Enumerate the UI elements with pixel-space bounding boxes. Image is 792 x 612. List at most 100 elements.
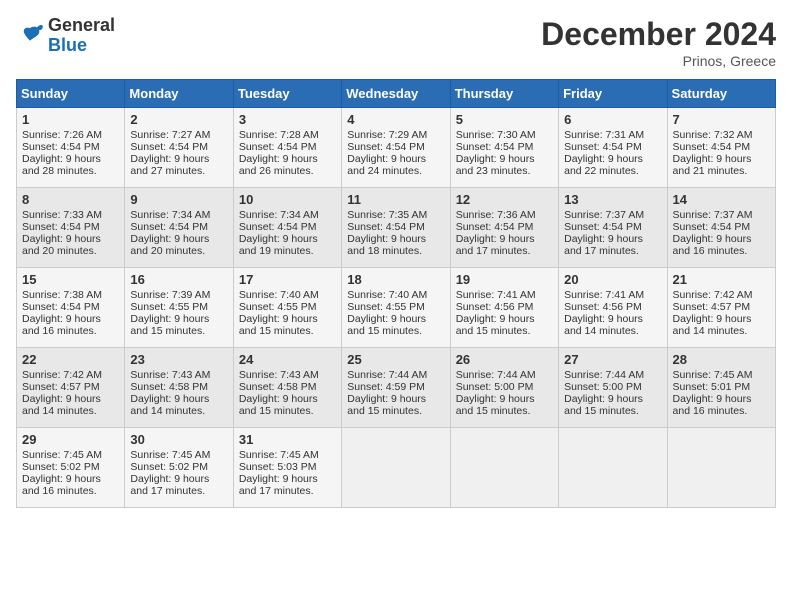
sunset-text: Sunset: 4:56 PM: [456, 301, 553, 313]
sunrise-text: Sunrise: 7:30 AM: [456, 129, 553, 141]
daylight-text: Daylight: 9 hours and 17 minutes.: [239, 473, 336, 497]
sunset-text: Sunset: 4:54 PM: [673, 141, 770, 153]
daylight-text: Daylight: 9 hours and 23 minutes.: [456, 153, 553, 177]
calendar-cell: 9Sunrise: 7:34 AMSunset: 4:54 PMDaylight…: [125, 188, 233, 268]
weekday-header-tuesday: Tuesday: [233, 80, 341, 108]
sunrise-text: Sunrise: 7:34 AM: [130, 209, 227, 221]
day-number: 22: [22, 352, 119, 367]
sunset-text: Sunset: 4:54 PM: [347, 221, 444, 233]
daylight-text: Daylight: 9 hours and 20 minutes.: [22, 233, 119, 257]
sunset-text: Sunset: 4:54 PM: [564, 141, 661, 153]
sunrise-text: Sunrise: 7:42 AM: [22, 369, 119, 381]
sunset-text: Sunset: 4:54 PM: [130, 141, 227, 153]
calendar-cell: 4Sunrise: 7:29 AMSunset: 4:54 PMDaylight…: [342, 108, 450, 188]
sunset-text: Sunset: 4:54 PM: [239, 141, 336, 153]
day-number: 8: [22, 192, 119, 207]
sunrise-text: Sunrise: 7:40 AM: [347, 289, 444, 301]
calendar-week-3: 15Sunrise: 7:38 AMSunset: 4:54 PMDayligh…: [17, 268, 776, 348]
day-number: 2: [130, 112, 227, 127]
sunrise-text: Sunrise: 7:26 AM: [22, 129, 119, 141]
calendar-cell: 2Sunrise: 7:27 AMSunset: 4:54 PMDaylight…: [125, 108, 233, 188]
day-number: 30: [130, 432, 227, 447]
calendar-cell: 22 Sunrise: 7:42 AMSunset: 4:57 PMDayligh…: [17, 348, 125, 428]
daylight-text: Daylight: 9 hours and 19 minutes.: [239, 233, 336, 257]
day-number: 31: [239, 432, 336, 447]
day-number: 3: [239, 112, 336, 127]
sunrise-text: Sunrise: 7:28 AM: [239, 129, 336, 141]
sunrise-text: Sunrise: 7:41 AM: [564, 289, 661, 301]
month-title: December 2024: [541, 16, 776, 53]
calendar-cell: 26Sunrise: 7:44 AMSunset: 5:00 PMDayligh…: [450, 348, 558, 428]
daylight-text: Daylight: 9 hours and 16 minutes.: [22, 313, 119, 337]
daylight-text: Daylight: 9 hours and 17 minutes.: [564, 233, 661, 257]
calendar-cell: [450, 428, 558, 508]
sunset-text: Sunset: 4:58 PM: [239, 381, 336, 393]
sunset-text: Sunset: 4:54 PM: [347, 141, 444, 153]
calendar-cell: 17Sunrise: 7:40 AMSunset: 4:55 PMDayligh…: [233, 268, 341, 348]
day-number: 6: [564, 112, 661, 127]
day-number: 23: [130, 352, 227, 367]
sunrise-text: Sunrise: 7:29 AM: [347, 129, 444, 141]
sunrise-text: Sunrise: 7:41 AM: [456, 289, 553, 301]
calendar-cell: 30Sunrise: 7:45 AMSunset: 5:02 PMDayligh…: [125, 428, 233, 508]
calendar-table: SundayMondayTuesdayWednesdayThursdayFrid…: [16, 79, 776, 508]
weekday-header-row: SundayMondayTuesdayWednesdayThursdayFrid…: [17, 80, 776, 108]
daylight-text: Daylight: 9 hours and 16 minutes.: [673, 393, 770, 417]
daylight-text: Daylight: 9 hours and 20 minutes.: [130, 233, 227, 257]
day-number: 21: [673, 272, 770, 287]
daylight-text: Daylight: 9 hours and 15 minutes.: [239, 393, 336, 417]
sunset-text: Sunset: 4:58 PM: [130, 381, 227, 393]
sunrise-text: Sunrise: 7:45 AM: [673, 369, 770, 381]
sunrise-text: Sunrise: 7:45 AM: [239, 449, 336, 461]
sunrise-text: Sunrise: 7:45 AM: [22, 449, 119, 461]
sunrise-text: Sunrise: 7:31 AM: [564, 129, 661, 141]
daylight-text: Daylight: 9 hours and 27 minutes.: [130, 153, 227, 177]
day-number: 14: [673, 192, 770, 207]
calendar-cell: 31 Sunrise: 7:45 AMSunset: 5:03 PMDayligh…: [233, 428, 341, 508]
day-number: 10: [239, 192, 336, 207]
day-number: 18: [347, 272, 444, 287]
sunrise-text: Sunrise: 7:39 AM: [130, 289, 227, 301]
calendar-cell: [559, 428, 667, 508]
day-number: 16: [130, 272, 227, 287]
calendar-cell: 16 Sunrise: 7:39 AMSunset: 4:55 PMDayligh…: [125, 268, 233, 348]
calendar-cell: 27Sunrise: 7:44 AMSunset: 5:00 PMDayligh…: [559, 348, 667, 428]
sunset-text: Sunset: 5:03 PM: [239, 461, 336, 473]
location: Prinos, Greece: [541, 53, 776, 69]
day-number: 24: [239, 352, 336, 367]
page-header: General Blue December 2024 Prinos, Greec…: [16, 16, 776, 69]
sunset-text: Sunset: 4:56 PM: [564, 301, 661, 313]
sunset-text: Sunset: 5:01 PM: [673, 381, 770, 393]
daylight-text: Daylight: 9 hours and 14 minutes.: [22, 393, 119, 417]
sunrise-text: Sunrise: 7:42 AM: [673, 289, 770, 301]
daylight-text: Daylight: 9 hours and 15 minutes.: [130, 313, 227, 337]
calendar-cell: 12Sunrise: 7:36 AMSunset: 4:54 PMDayligh…: [450, 188, 558, 268]
sunset-text: Sunset: 4:54 PM: [239, 221, 336, 233]
calendar-cell: 13Sunrise: 7:37 AMSunset: 4:54 PMDayligh…: [559, 188, 667, 268]
sunrise-text: Sunrise: 7:38 AM: [22, 289, 119, 301]
sunset-text: Sunset: 4:55 PM: [130, 301, 227, 313]
calendar-cell: 1Sunrise: 7:26 AMSunset: 4:54 PMDaylight…: [17, 108, 125, 188]
calendar-cell: 3Sunrise: 7:28 AMSunset: 4:54 PMDaylight…: [233, 108, 341, 188]
sunrise-text: Sunrise: 7:37 AM: [564, 209, 661, 221]
sunset-text: Sunset: 4:54 PM: [22, 301, 119, 313]
daylight-text: Daylight: 9 hours and 16 minutes.: [22, 473, 119, 497]
calendar-cell: 5Sunrise: 7:30 AMSunset: 4:54 PMDaylight…: [450, 108, 558, 188]
daylight-text: Daylight: 9 hours and 17 minutes.: [456, 233, 553, 257]
sunset-text: Sunset: 4:55 PM: [239, 301, 336, 313]
sunset-text: Sunset: 4:59 PM: [347, 381, 444, 393]
day-number: 20: [564, 272, 661, 287]
sunset-text: Sunset: 4:54 PM: [456, 141, 553, 153]
weekday-header-saturday: Saturday: [667, 80, 775, 108]
calendar-cell: 25Sunrise: 7:44 AMSunset: 4:59 PMDayligh…: [342, 348, 450, 428]
calendar-cell: 23Sunrise: 7:43 AMSunset: 4:58 PMDayligh…: [125, 348, 233, 428]
sunrise-text: Sunrise: 7:43 AM: [239, 369, 336, 381]
daylight-text: Daylight: 9 hours and 17 minutes.: [130, 473, 227, 497]
sunrise-text: Sunrise: 7:34 AM: [239, 209, 336, 221]
calendar-cell: 19Sunrise: 7:41 AMSunset: 4:56 PMDayligh…: [450, 268, 558, 348]
sunset-text: Sunset: 4:57 PM: [673, 301, 770, 313]
daylight-text: Daylight: 9 hours and 15 minutes.: [239, 313, 336, 337]
sunset-text: Sunset: 4:54 PM: [456, 221, 553, 233]
sunset-text: Sunset: 4:57 PM: [22, 381, 119, 393]
daylight-text: Daylight: 9 hours and 15 minutes.: [347, 313, 444, 337]
